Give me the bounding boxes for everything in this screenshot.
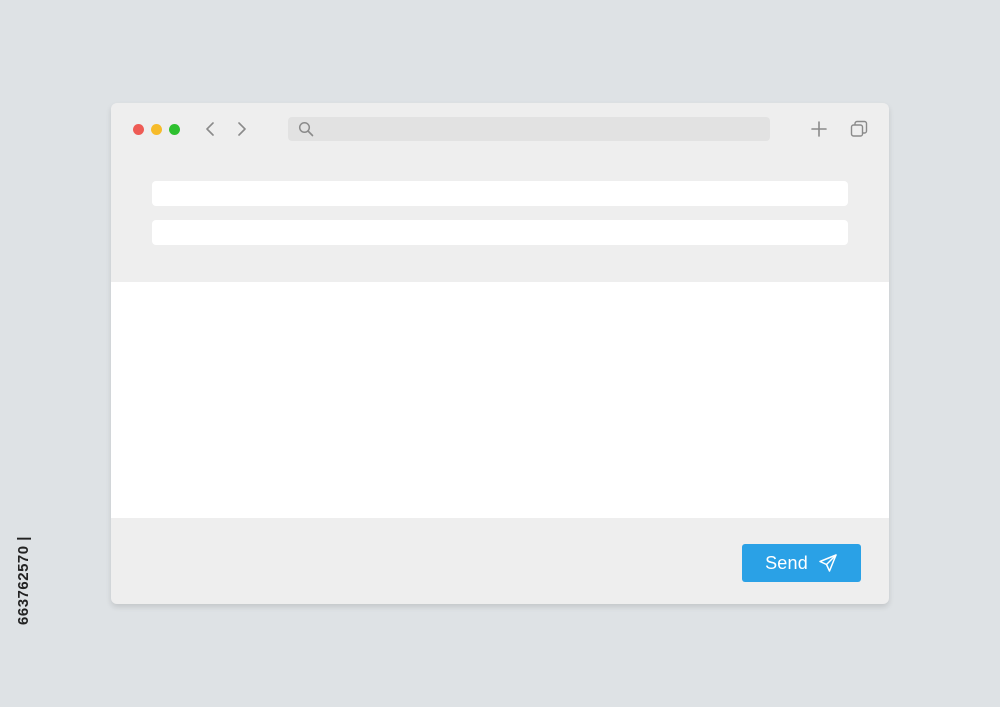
close-window-icon[interactable] — [133, 124, 144, 135]
forward-button[interactable] — [230, 118, 252, 140]
browser-window: Send — [111, 103, 889, 604]
copy-windows-icon — [850, 120, 868, 137]
side-image-id: 663762570 | — [12, 470, 34, 690]
message-body-textarea[interactable] — [111, 282, 889, 518]
chevron-right-icon — [238, 122, 246, 136]
maximize-window-icon[interactable] — [169, 124, 180, 135]
address-input[interactable] — [320, 117, 760, 141]
address-bar[interactable] — [288, 117, 770, 141]
paper-plane-icon — [819, 554, 837, 572]
chevron-left-icon — [206, 122, 214, 136]
tabs-overview-button[interactable] — [848, 118, 870, 140]
minimize-window-icon[interactable] — [151, 124, 162, 135]
new-tab-button[interactable] — [808, 118, 830, 140]
search-icon — [298, 121, 314, 137]
stage: Send 663762570 | — [0, 0, 1000, 707]
browser-toolbar — [111, 103, 889, 155]
send-button[interactable]: Send — [742, 544, 861, 582]
form-field-1[interactable] — [152, 181, 848, 206]
plus-icon — [811, 121, 827, 137]
form-field-2[interactable] — [152, 220, 848, 245]
side-image-id-text: 663762570 | — [14, 535, 32, 625]
back-button[interactable] — [200, 118, 222, 140]
send-button-label: Send — [765, 552, 808, 573]
